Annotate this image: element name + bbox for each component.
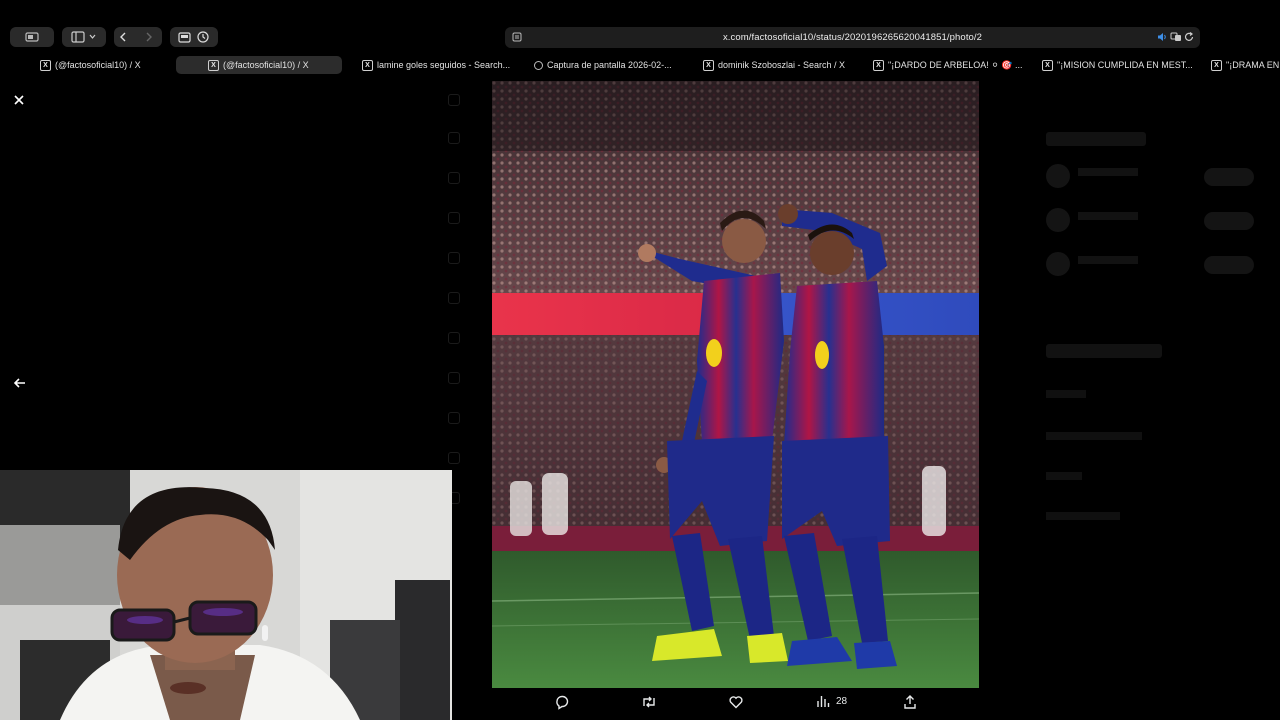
heart-icon xyxy=(729,696,743,709)
forward-icon[interactable] xyxy=(138,31,158,43)
url-text: x.com/factosoficial10/status/20201962656… xyxy=(722,32,983,43)
like-button[interactable] xyxy=(728,694,744,710)
arrow-left-icon xyxy=(13,378,25,388)
tab-title: (@factosoficial10) / X xyxy=(55,60,141,70)
browser-tab[interactable]: X dominik Szoboszlai - Search / X xyxy=(697,56,851,74)
reply-button[interactable] xyxy=(554,694,570,710)
tab-title: "¡DARDO DE ARBELOA! ⚪ 🎯 ... xyxy=(888,59,1023,70)
x-logo-icon: X xyxy=(362,59,373,71)
translate-icon[interactable] xyxy=(1170,31,1182,43)
close-icon xyxy=(14,95,24,105)
history-nav xyxy=(114,27,162,47)
x-logo-icon: X xyxy=(1042,59,1053,71)
photo-action-bar: 28 xyxy=(520,690,940,718)
x-logo-icon: X xyxy=(40,59,51,71)
x-logo-icon: X xyxy=(1211,59,1222,71)
views-count: 28 xyxy=(836,695,848,707)
tweet-photo[interactable] xyxy=(492,81,979,688)
views-button[interactable]: 28 xyxy=(816,694,847,708)
page-settings-icon[interactable] xyxy=(511,31,523,43)
browser-tab[interactable]: X "¡DARDO DE ARBELOA! ⚪ 🎯 ... xyxy=(867,56,1028,74)
previous-photo-button[interactable] xyxy=(9,373,29,393)
reload-icon[interactable] xyxy=(1183,31,1195,43)
sidebar-icon xyxy=(71,31,96,43)
profile-button[interactable] xyxy=(10,27,54,47)
tab-title: (@factosoficial10) / X xyxy=(223,60,309,70)
share-button[interactable] xyxy=(903,694,917,710)
extra-tools xyxy=(170,27,218,47)
browser-toolbar: x.com/factosoficial10/status/20201962656… xyxy=(0,0,1280,54)
browser-tab[interactable]: X (@factosoficial10) / X xyxy=(34,56,147,74)
browser-tab[interactable]: X lamine goles seguidos - Search... xyxy=(356,56,516,74)
x-logo-icon: X xyxy=(208,59,219,71)
tab-title: Captura de pantalla 2026-02-... xyxy=(547,60,672,70)
back-icon[interactable] xyxy=(118,31,138,43)
dimmed-right-panel xyxy=(1000,76,1280,720)
profile-icon xyxy=(25,32,39,42)
tab-overview-icon[interactable] xyxy=(175,31,195,43)
share-icon xyxy=(904,695,916,709)
speaker-icon[interactable] xyxy=(1156,31,1168,43)
views-chart-icon xyxy=(817,696,830,707)
circle-icon xyxy=(534,60,543,70)
clock-icon[interactable] xyxy=(195,31,213,43)
tab-title: "¡MISION CUMPLIDA EN MEST... xyxy=(1057,60,1193,70)
tab-title: "¡DRAMA EN ... xyxy=(1226,60,1280,70)
tab-title: lamine goles seguidos - Search... xyxy=(377,60,511,70)
close-button[interactable] xyxy=(9,90,29,110)
tab-bar: X (@factosoficial10) / X X (@factosofici… xyxy=(0,54,1280,76)
tab-title: dominik Szoboszlai - Search / X xyxy=(718,60,846,70)
repost-button[interactable] xyxy=(640,694,658,710)
repost-icon xyxy=(643,696,655,708)
browser-tab[interactable]: X "¡DRAMA EN ... xyxy=(1205,56,1280,74)
webcam-overlay xyxy=(0,470,452,720)
address-bar[interactable]: x.com/factosoficial10/status/20201962656… xyxy=(505,27,1200,48)
x-logo-icon: X xyxy=(703,59,714,71)
browser-tab[interactable]: X "¡MISION CUMPLIDA EN MEST... xyxy=(1036,56,1199,74)
x-logo-icon: X xyxy=(873,59,884,71)
browser-tab-active[interactable]: X (@factosoficial10) / X xyxy=(176,56,342,74)
reply-icon xyxy=(556,695,569,710)
sidebar-toggle-button[interactable] xyxy=(62,27,106,47)
dimmed-sidebar xyxy=(448,76,488,720)
browser-tab[interactable]: Captura de pantalla 2026-02-... xyxy=(528,56,678,74)
